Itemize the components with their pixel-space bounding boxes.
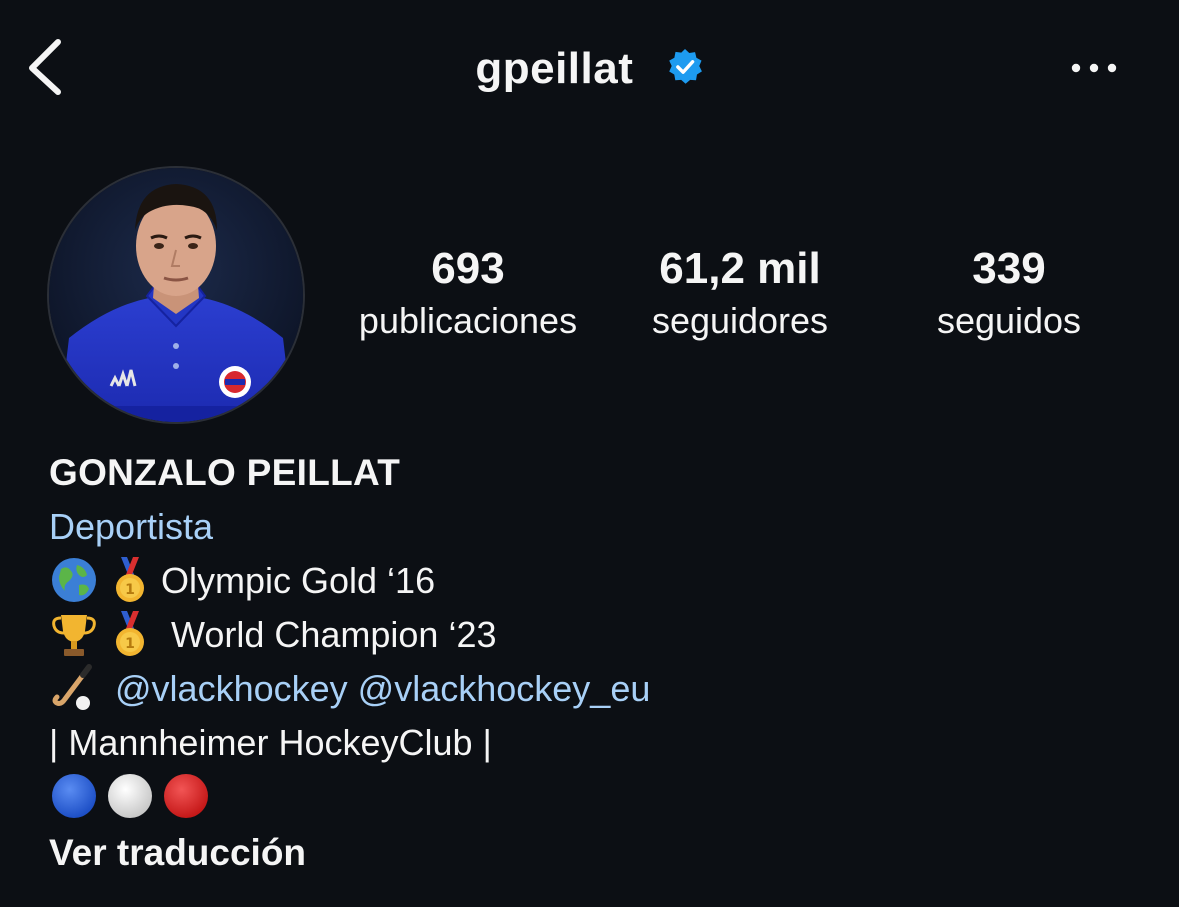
svg-text:1: 1 [125,636,135,652]
more-horizontal-icon [1071,63,1117,73]
bio-line-world: 1 World Champion ‘23 [49,608,1149,662]
bio-line-mentions: @vlackhockey @vlackhockey_eu [49,662,1149,716]
stat-following[interactable]: 339 seguidos [900,242,1118,346]
posts-count: 693 [431,244,505,293]
category-label[interactable]: Deportista [49,500,1149,554]
display-name: GONZALO PEILLAT [49,452,401,493]
gold-medal-icon: 1 [105,555,155,605]
blue-circle-icon [49,771,99,821]
trophy-icon [49,609,99,659]
following-label: seguidos [936,300,1082,341]
svg-text:1: 1 [125,582,135,598]
followers-label: seguidores [651,300,829,341]
followers-count: 61,2 mil [659,244,821,293]
mention-vlackhockey-eu[interactable]: @vlackhockey_eu [358,668,651,709]
field-hockey-icon [49,663,99,713]
red-circle-icon [161,771,211,821]
username-title: gpeillat [475,44,634,94]
mention-vlackhockey[interactable]: @vlackhockey [115,668,348,709]
verified-badge-icon [668,49,702,85]
bio-line-olympic: 1 Olympic Gold ‘16 [49,554,1149,608]
white-circle-icon [105,771,155,821]
stat-followers[interactable]: 61,2 mil seguidores [620,242,860,346]
bio-world-text: World Champion ‘23 [161,614,497,655]
stat-posts[interactable]: 693 publicaciones [340,242,596,346]
globe-icon [49,555,99,605]
profile-header-title: gpeillat [0,40,1179,96]
bio-line-circles [49,770,1149,824]
see-translation-button[interactable]: Ver traducción [49,826,1149,880]
top-bar: gpeillat [0,0,1179,135]
following-count: 339 [972,244,1046,293]
bio-olympic-text: Olympic Gold ‘16 [161,560,436,601]
avatar-image [49,168,303,422]
profile-avatar[interactable] [47,166,305,424]
gold-medal-icon: 1 [105,609,155,659]
posts-label: publicaciones [358,300,578,341]
bio-line-club: | Mannheimer HockeyClub | [49,722,492,763]
profile-bio: GONZALO PEILLAT Deportista 1 Olympic Gol… [49,446,1149,880]
more-options-button[interactable] [1066,56,1122,80]
